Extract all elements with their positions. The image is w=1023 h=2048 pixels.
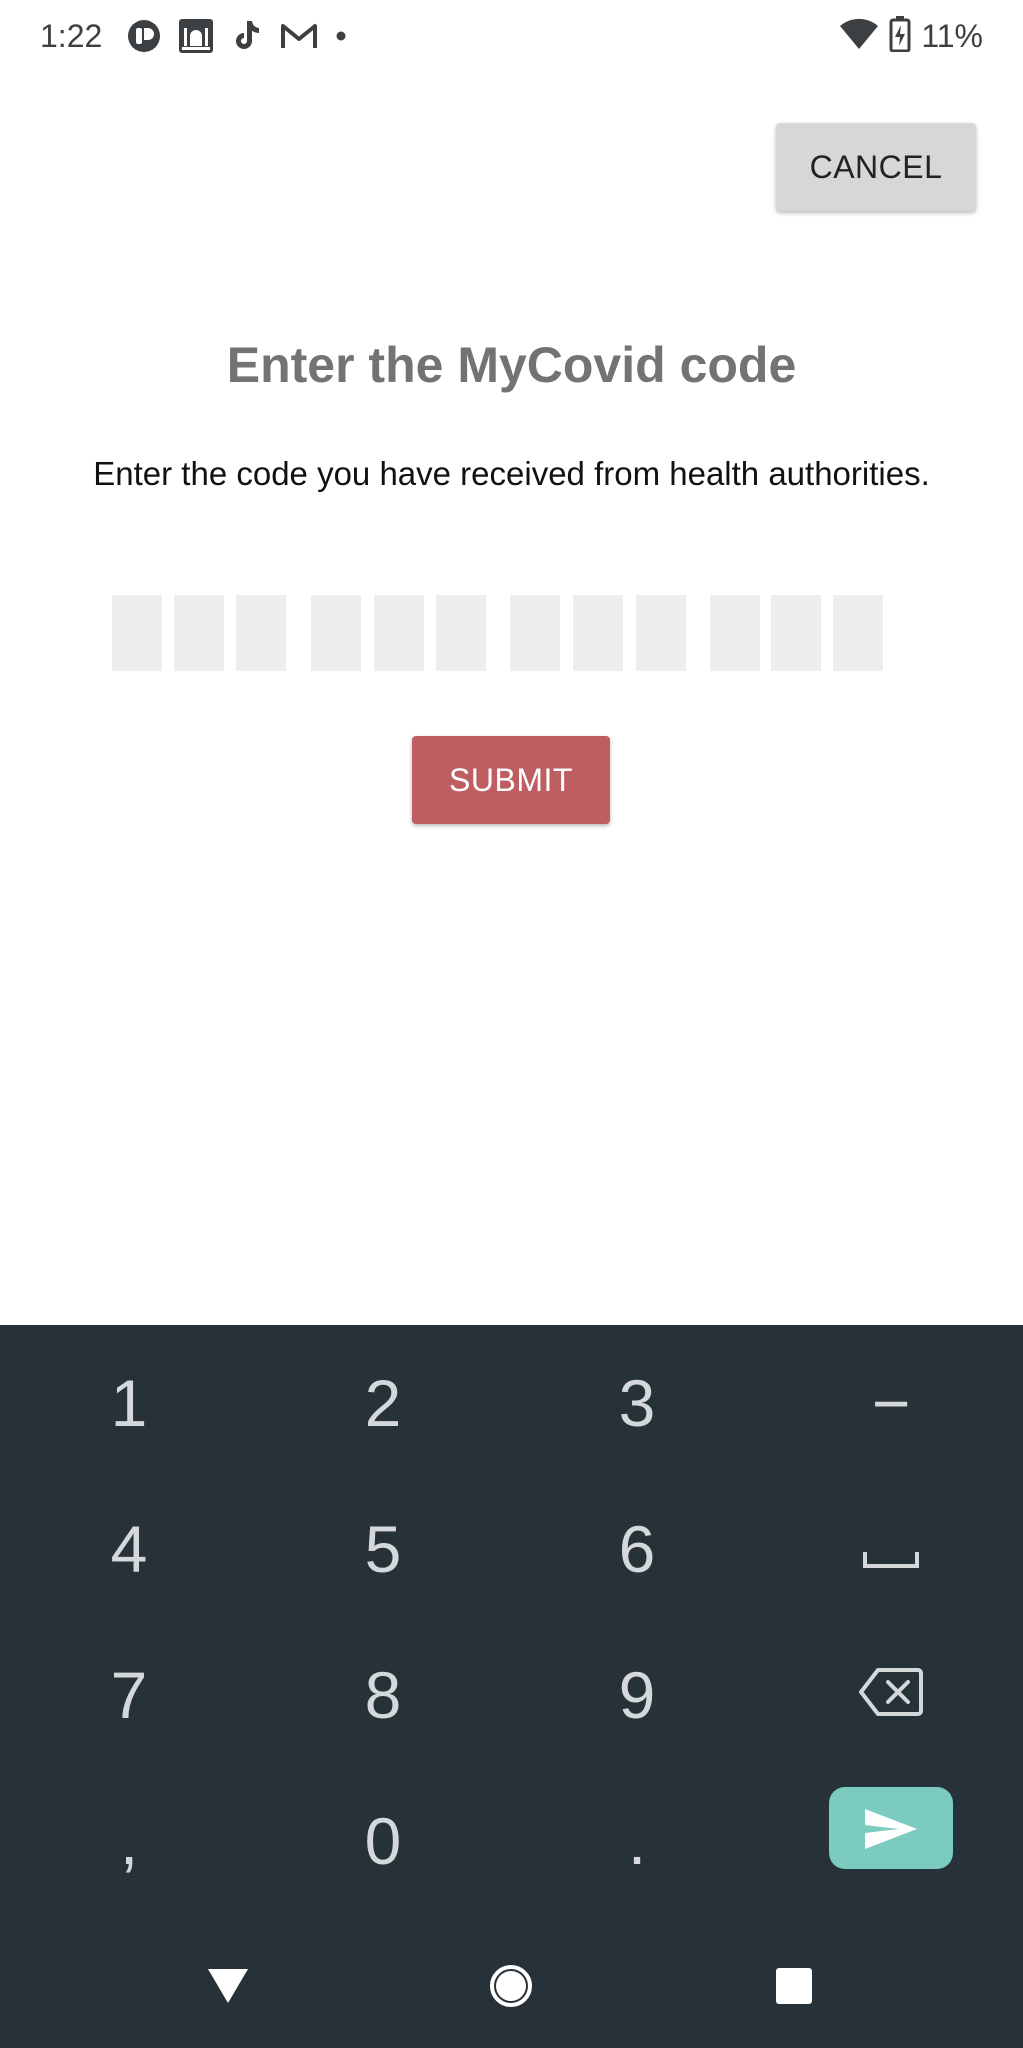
key-period[interactable]: . <box>510 1768 764 1914</box>
mosque-icon <box>178 18 214 54</box>
instructions-text: Enter the code you have received from he… <box>93 455 930 492</box>
key-2[interactable]: 2 <box>256 1330 510 1476</box>
home-icon <box>488 1963 534 2014</box>
key-7[interactable]: 7 <box>2 1622 256 1768</box>
key-3[interactable]: 3 <box>510 1330 764 1476</box>
code-digit-box[interactable] <box>510 595 560 671</box>
navigation-bar <box>0 1940 1023 2048</box>
notification-icons <box>126 16 348 56</box>
gmail-icon <box>280 20 318 52</box>
battery-charging-icon <box>889 15 911 57</box>
key-comma[interactable]: , <box>2 1768 256 1914</box>
key-8[interactable]: 8 <box>256 1622 510 1768</box>
code-digit-box[interactable] <box>710 595 760 671</box>
enter-key-background <box>829 1787 953 1869</box>
key-1[interactable]: 1 <box>2 1330 256 1476</box>
tiktok-icon <box>230 18 264 54</box>
key-9[interactable]: 9 <box>510 1622 764 1768</box>
more-dot-icon <box>334 29 348 43</box>
key-enter[interactable] <box>764 1755 1018 1901</box>
page-title: Enter the MyCovid code <box>226 337 797 393</box>
code-digit-box[interactable] <box>311 595 361 671</box>
key-backspace[interactable] <box>764 1622 1018 1768</box>
numeric-keyboard: 1 2 3 − 4 5 6 7 8 9 , 0 . <box>0 1325 1023 1940</box>
code-digit-box[interactable] <box>636 595 686 671</box>
code-digit-box[interactable] <box>236 595 286 671</box>
key-5[interactable]: 5 <box>256 1476 510 1622</box>
cancel-button[interactable]: CANCEL <box>776 123 976 211</box>
code-digit-box[interactable] <box>771 595 821 671</box>
code-digit-box[interactable] <box>374 595 424 671</box>
recents-button[interactable] <box>734 1940 854 2036</box>
code-digit-box[interactable] <box>112 595 162 671</box>
send-icon <box>863 1795 919 1861</box>
backspace-icon <box>858 1662 924 1728</box>
code-digit-box[interactable] <box>573 595 623 671</box>
battery-percentage: 11% <box>921 18 983 54</box>
back-button[interactable] <box>168 1940 288 2036</box>
key-0[interactable]: 0 <box>256 1768 510 1914</box>
space-icon <box>861 1516 921 1582</box>
status-bar: 1:22 11% <box>0 0 1023 74</box>
key-minus[interactable]: − <box>764 1330 1018 1476</box>
key-space[interactable] <box>764 1476 1018 1622</box>
key-4[interactable]: 4 <box>2 1476 256 1622</box>
code-digit-box[interactable] <box>436 595 486 671</box>
back-icon <box>206 1967 250 2010</box>
home-button[interactable] <box>451 1940 571 2036</box>
key-6[interactable]: 6 <box>510 1476 764 1622</box>
recents-icon <box>774 1966 814 2011</box>
code-digit-box[interactable] <box>174 595 224 671</box>
fluent-icon <box>126 18 162 54</box>
status-time: 1:22 <box>40 18 103 54</box>
screen: 1:22 11% CANCEL Enter the MyCovid code E… <box>0 0 1023 2048</box>
code-digit-box[interactable] <box>833 595 883 671</box>
system-status: 11% <box>839 15 983 57</box>
submit-button[interactable]: SUBMIT <box>412 736 610 824</box>
wifi-icon <box>839 17 879 56</box>
